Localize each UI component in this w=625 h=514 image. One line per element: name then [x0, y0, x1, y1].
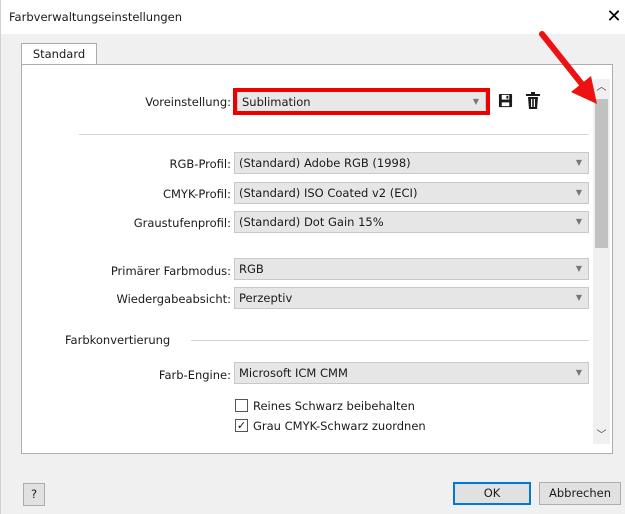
rgb-profile-value: (Standard) Adobe RGB (1998) [239, 156, 411, 170]
chevron-down-icon: ▼ [575, 158, 582, 167]
cmyk-profile-value: (Standard) ISO Coated v2 (ECI) [239, 186, 418, 200]
rgb-profile-select[interactable]: (Standard) Adobe RGB (1998) ▼ [234, 152, 589, 174]
cmyk-profile-label: CMYK-Profil: [162, 187, 231, 201]
grayscale-profile-label: Graustufenprofil: [133, 216, 231, 230]
chevron-down-icon: ▼ [575, 293, 582, 302]
scroll-thumb[interactable] [595, 99, 608, 248]
pure-black-label: Reines Schwarz beibehalten [253, 399, 415, 413]
separator [79, 134, 589, 135]
window-title: Farbverwaltungseinstellungen [9, 10, 183, 24]
help-button[interactable]: ? [23, 483, 45, 506]
save-icon[interactable] [498, 93, 513, 108]
color-conversion-heading: Farbkonvertierung [65, 333, 171, 347]
close-button[interactable]: ✕ [604, 6, 624, 28]
preset-label: Voreinstellung: [145, 95, 231, 109]
grayscale-profile-select[interactable]: (Standard) Dot Gain 15% ▼ [234, 211, 589, 233]
preset-highlight-box [233, 88, 490, 115]
rgb-profile-label: RGB-Profil: [169, 157, 232, 171]
color-engine-value: Microsoft ICM CMM [239, 366, 348, 380]
cmyk-profile-select[interactable]: (Standard) ISO Coated v2 (ECI) ▼ [234, 182, 589, 204]
scroll-down-icon[interactable]: ﹀ [593, 427, 610, 444]
grayscale-profile-value: (Standard) Dot Gain 15% [239, 215, 384, 229]
rendering-intent-value: Perzeptiv [239, 291, 293, 305]
scroll-up-icon[interactable]: ︿ [593, 79, 610, 96]
vertical-scrollbar[interactable]: ︿ ﹀ [593, 79, 610, 444]
title-bar: Farbverwaltungseinstellungen ✕ [1, 0, 625, 34]
gray-to-cmyk-black-checkbox[interactable]: ✓ [235, 419, 248, 432]
chevron-down-icon: ▼ [575, 188, 582, 197]
cancel-button[interactable]: Abbrechen [539, 482, 621, 505]
rendering-intent-label: Wiedergabeabsicht: [116, 292, 231, 306]
primary-color-mode-select[interactable]: RGB ▼ [234, 258, 589, 280]
section-separator [191, 340, 589, 341]
chevron-down-icon: ▼ [575, 368, 582, 377]
gray-to-cmyk-black-label: Grau CMYK-Schwarz zuordnen [253, 419, 426, 433]
rendering-intent-select[interactable]: Perzeptiv ▼ [234, 287, 589, 309]
ok-button[interactable]: OK [453, 482, 531, 505]
primary-color-mode-label: Primärer Farbmodus: [110, 264, 231, 278]
primary-color-mode-value: RGB [239, 262, 264, 276]
trash-icon[interactable] [525, 92, 541, 110]
chevron-down-icon: ▼ [575, 217, 582, 226]
color-engine-label: Farb-Engine: [158, 368, 231, 382]
color-engine-select[interactable]: Microsoft ICM CMM ▼ [234, 362, 589, 384]
tab-standard[interactable]: Standard [21, 43, 97, 65]
pure-black-checkbox[interactable] [235, 399, 248, 412]
color-management-dialog: Farbverwaltungseinstellungen ✕ Standard … [0, 0, 625, 514]
chevron-down-icon: ▼ [575, 264, 582, 273]
